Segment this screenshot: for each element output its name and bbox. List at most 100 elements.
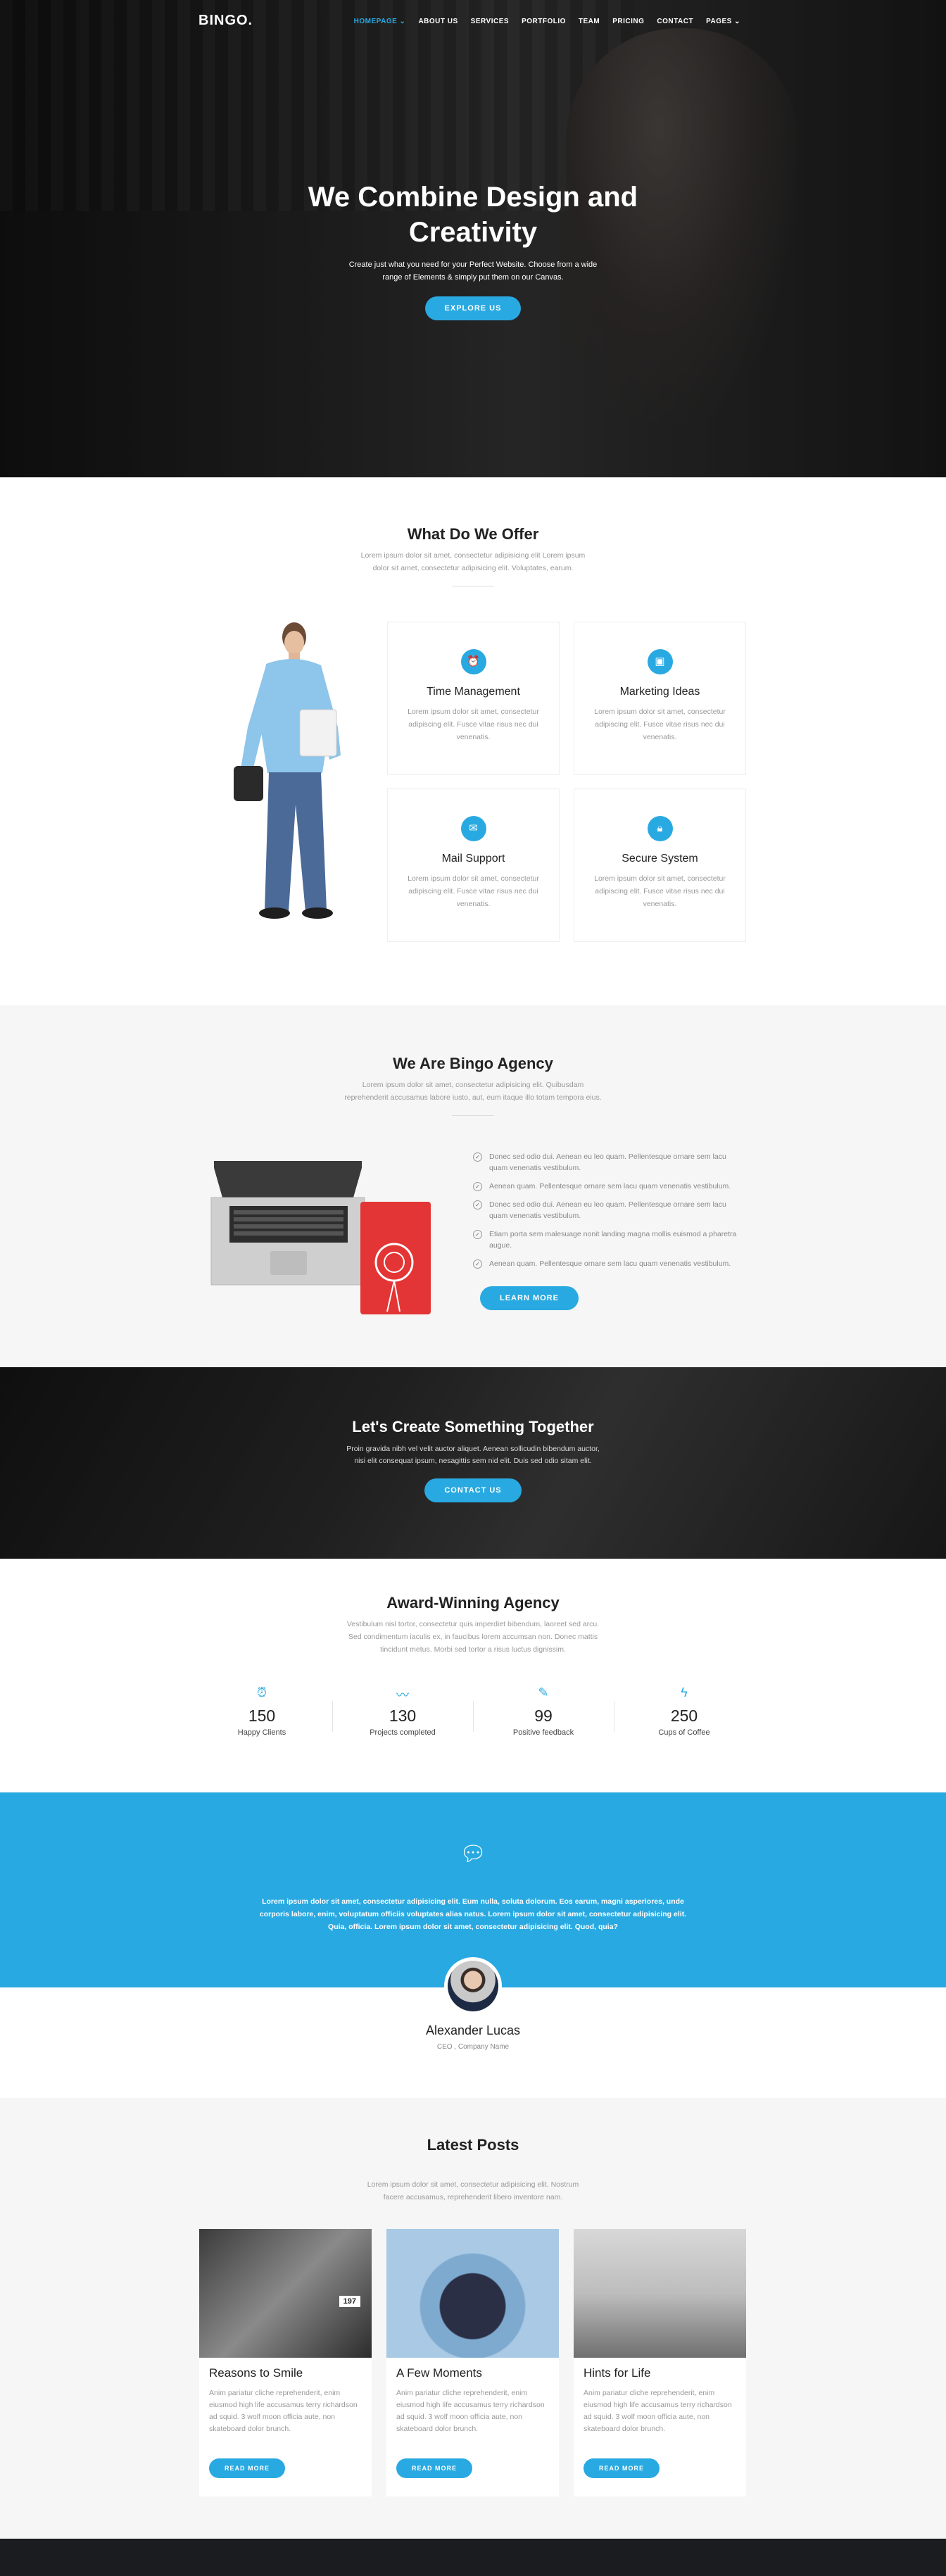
card-text: Lorem ipsum dolor sit amet, consectetur … (594, 708, 726, 741)
stat-value: 99 (534, 1707, 553, 1725)
hero-content: We Combine Design and Creativity Create … (0, 180, 946, 320)
bike-number-badge: 197 (339, 2296, 360, 2307)
post-image-women[interactable] (574, 2229, 746, 2358)
nav-item-contact[interactable]: CONTACT (657, 18, 693, 25)
page: BINGO. HOMEPAGE ⌄ ABOUT US SERVICES PORT… (0, 0, 946, 2576)
offer-title: What Do We Offer (407, 525, 539, 543)
offer-card: ▣ Marketing Ideas Lorem ipsum dolor sit … (574, 622, 746, 775)
check-icon: ✓ (473, 1230, 482, 1239)
award-subtitle: Vestibulum nisl tortor, consectetur quis… (346, 1620, 600, 1654)
stat-item: ⏰︎ 150 Happy Clients (191, 1685, 332, 1737)
cta-subtitle: Proin gravida nibh vel velit auctor aliq… (346, 1445, 600, 1465)
post-excerpt: Anim pariatur cliche reprehenderit, enim… (209, 2389, 358, 2433)
logo[interactable]: BINGO. (198, 13, 253, 29)
speech-bubble-icon: 💬︎ (459, 1842, 487, 1866)
testimonial-name: Alexander Lucas (425, 2023, 521, 2037)
read-more-button[interactable]: READ MORE (209, 2458, 286, 2478)
card-title: Marketing Ideas (619, 686, 700, 698)
card-title: Mail Support (441, 853, 505, 865)
stat-value: 150 (248, 1707, 276, 1725)
stat-label: Projects completed (370, 1728, 436, 1737)
offer-subtitle: Lorem ipsum dolor sit amet, consectetur … (360, 551, 586, 572)
posts-subtitle: Lorem ipsum dolor sit amet, consectetur … (367, 2180, 579, 2201)
student-image (234, 622, 341, 919)
contact-us-button[interactable]: CONTACT US (424, 1478, 522, 1502)
post-excerpt: Anim pariatur cliche reprehenderit, enim… (396, 2389, 545, 2433)
stat-value: 250 (670, 1707, 698, 1725)
mail-icon: ✉ (460, 816, 486, 841)
offer-card: ⏰ Time Management Lorem ipsum dolor sit … (387, 622, 560, 775)
card-text: Lorem ipsum dolor sit amet, consectetur … (408, 708, 539, 741)
testimonial-section: 💬︎ Lorem ipsum dolor sit amet, consectet… (0, 1792, 946, 2098)
nav-item-services[interactable]: SERVICES (471, 18, 509, 25)
list-item: ✓ Etiam porta sem malesuage nonit landing… (473, 1229, 740, 1251)
post-title[interactable]: Reasons to Smile (209, 2366, 362, 2380)
alarm-clock-icon: ⏰ (460, 649, 486, 674)
check-icon: ✓ (473, 1259, 482, 1269)
divider (452, 1115, 494, 1116)
footer (0, 2539, 946, 2576)
nav-item-homepage[interactable]: HOMEPAGE ⌄ (354, 18, 406, 25)
agency-title: We Are Bingo Agency (393, 1055, 553, 1072)
post-image-bicycle[interactable]: 197 (199, 2229, 372, 2358)
nav-item-pages[interactable]: PAGES ⌄ (706, 18, 740, 25)
offer-card: 🔒︎ Secure System Lorem ipsum dolor sit a… (574, 788, 746, 942)
explore-us-button[interactable]: EXPLORE US (424, 296, 522, 320)
post-excerpt: Anim pariatur cliche reprehenderit, enim… (584, 2389, 732, 2433)
cta-section: Let's Create Something Together Proin gr… (0, 1367, 946, 1559)
learn-more-button[interactable]: LEARN MORE (480, 1286, 579, 1310)
posts-title: Latest Posts (427, 2136, 519, 2154)
nav-menu: HOMEPAGE ⌄ ABOUT US SERVICES PORTFOLIO T… (354, 18, 740, 25)
nav-item-team[interactable]: TEAM (579, 18, 600, 25)
lightning-icon: ϟ (681, 1685, 688, 1699)
stat-label: Cups of Coffee (658, 1728, 710, 1737)
hero-title: We Combine Design and Creativity (308, 182, 638, 248)
read-more-button[interactable]: READ MORE (584, 2458, 660, 2478)
alarm-clock-icon: ⏰︎ (256, 1685, 267, 1699)
hero-subtitle: Create just what you need for your Perfe… (348, 260, 598, 282)
agency-subtitle: Lorem ipsum dolor sit amet, consectetur … (344, 1081, 602, 1102)
list-item: ✓ Donec sed odio dui. Aenean eu leo quam.… (473, 1151, 740, 1174)
briefcase-icon: ▣ (647, 649, 673, 674)
avatar (444, 1957, 502, 2015)
latest-posts-section: Latest Posts Lorem ipsum dolor sit amet,… (0, 2098, 946, 2539)
award-title: Award-Winning Agency (386, 1594, 560, 1611)
stat-item: ✎ 99 Positive feedback (473, 1685, 614, 1737)
post-title[interactable]: A Few Moments (396, 2366, 549, 2380)
post-title[interactable]: Hints for Life (584, 2366, 736, 2380)
agency-checklist: ✓ Donec sed odio dui. Aenean eu leo quam.… (473, 1151, 740, 1310)
check-icon: ✓ (473, 1182, 482, 1191)
award-section: Award-Winning Agency Vestibulum nisl tor… (0, 1559, 946, 1792)
post-image-grapes[interactable] (386, 2229, 559, 2358)
nav-item-portfolio[interactable]: PORTFOLIO (522, 18, 566, 25)
card-text: Lorem ipsum dolor sit amet, consectetur … (408, 874, 539, 908)
list-item: ✓ Aenean quam. Pellentesque ornare sem la… (473, 1181, 740, 1192)
stat-label: Happy Clients (237, 1728, 286, 1737)
cta-content: Let's Create Something Together Proin gr… (0, 1418, 946, 1502)
read-more-button[interactable]: READ MORE (396, 2458, 473, 2478)
list-item: ✓ Aenean quam. Pellentesque ornare sem la… (473, 1258, 740, 1269)
cta-title: Let's Create Something Together (352, 1418, 594, 1435)
stat-item: ϟ 250 Cups of Coffee (614, 1685, 755, 1737)
check-icon: ✓ (473, 1200, 482, 1210)
nav-item-pricing[interactable]: PRICING (612, 18, 644, 25)
lock-icon: 🔒︎ (647, 816, 673, 841)
card-text: Lorem ipsum dolor sit amet, consectetur … (594, 874, 726, 908)
offer-card: ✉ Mail Support Lorem ipsum dolor sit ame… (387, 788, 560, 942)
stat-label: Positive feedback (512, 1728, 574, 1737)
offer-section: What Do We Offer Lorem ipsum dolor sit a… (0, 477, 946, 1005)
check-icon: ✓ (473, 1152, 482, 1162)
card-title: Secure System (622, 853, 698, 865)
stats-row: ⏰︎ 150 Happy Clients 〰 130 Projects comp… (191, 1685, 755, 1737)
post-card: A Few Moments Anim pariatur cliche repre… (386, 2229, 559, 2496)
stat-item: 〰 130 Projects completed (332, 1685, 473, 1737)
edit-icon: ✎ (538, 1685, 549, 1699)
agency-section: We Are Bingo Agency Lorem ipsum dolor si… (0, 1005, 946, 1367)
top-nav: BINGO. HOMEPAGE ⌄ ABOUT US SERVICES PORT… (0, 0, 946, 41)
stat-value: 130 (389, 1707, 417, 1725)
post-card: 197 Reasons to Smile Anim pariatur clich… (199, 2229, 372, 2496)
post-card: Hints for Life Anim pariatur cliche repr… (574, 2229, 746, 2496)
nav-item-about-us[interactable]: ABOUT US (418, 18, 458, 25)
testimonial-quote: Lorem ipsum dolor sit amet, consectetur … (259, 1897, 687, 1931)
testimonial-role: CEO , Company Name (436, 2043, 510, 2051)
